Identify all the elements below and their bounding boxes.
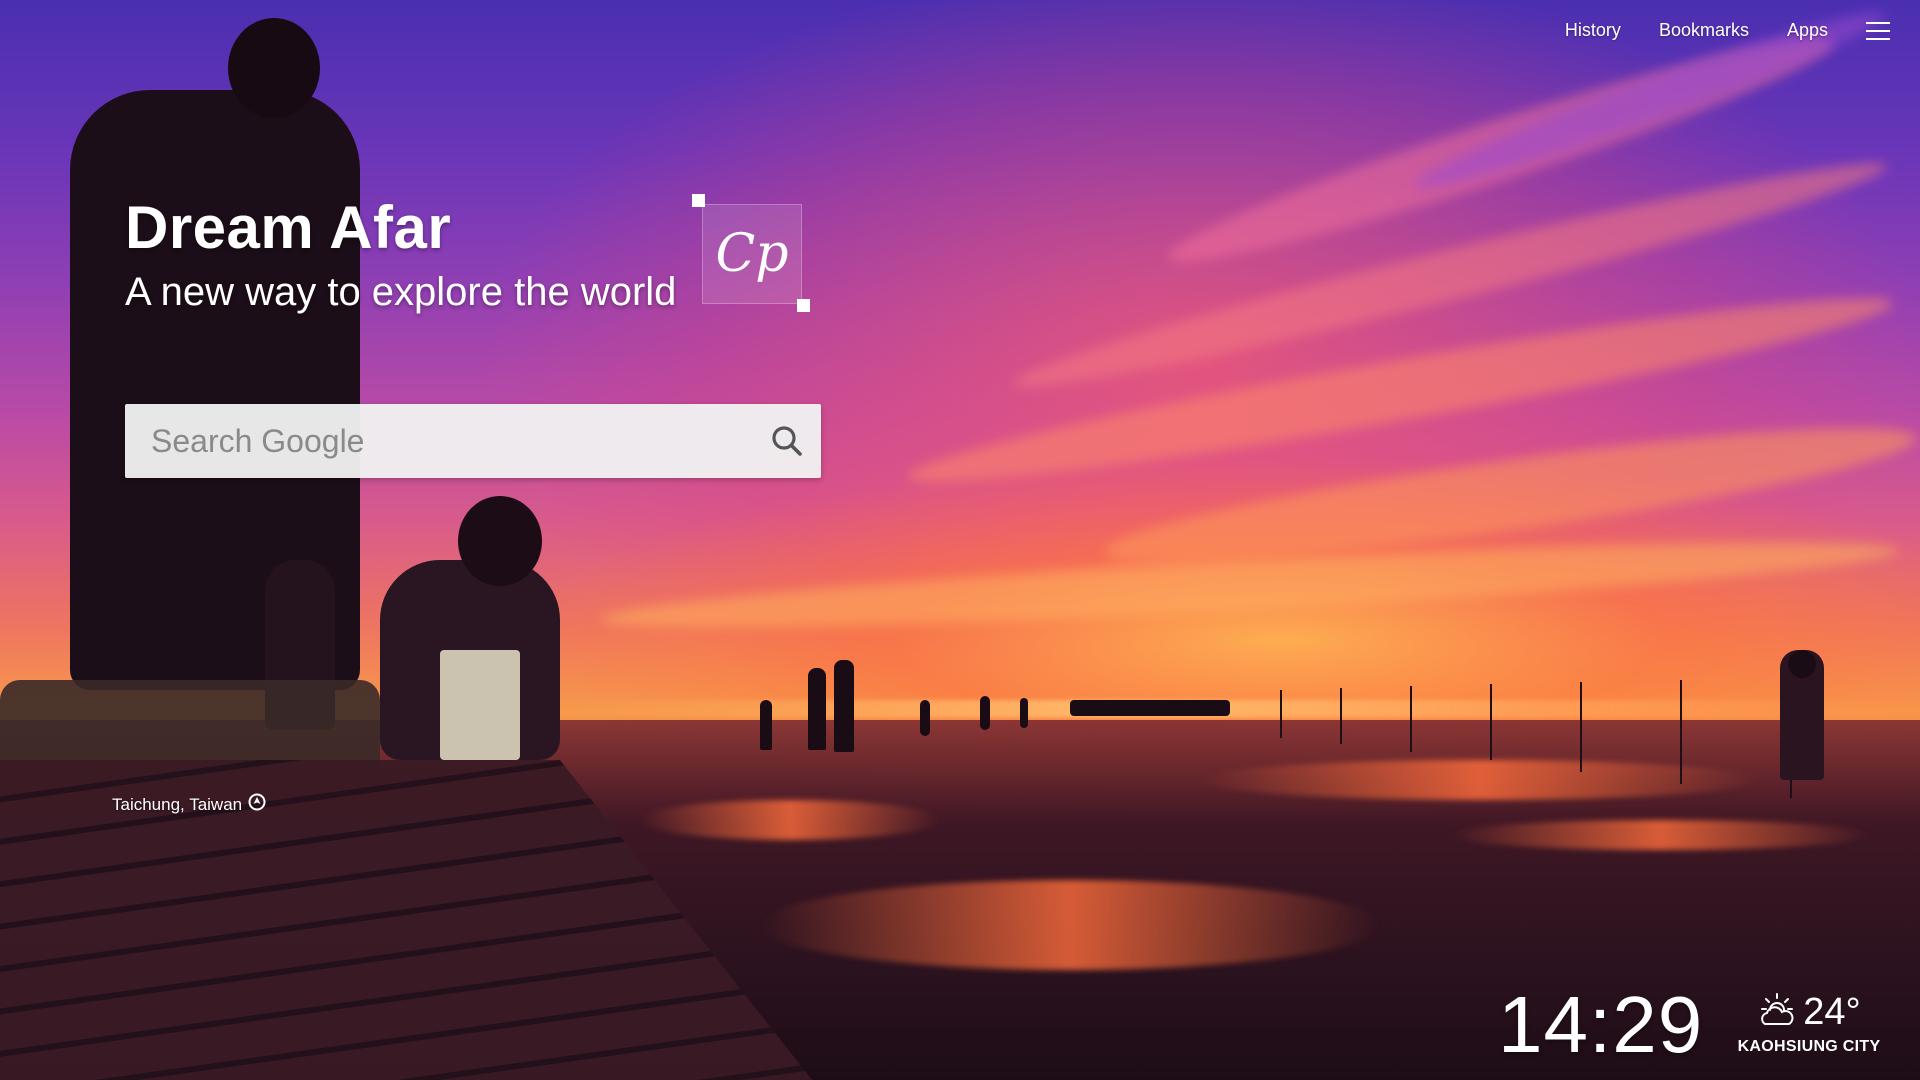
water-reflection	[1200, 760, 1760, 800]
person-silhouette	[1788, 650, 1816, 678]
water-reflection	[760, 880, 1380, 970]
photo-credit-logo[interactable]: Cp	[692, 194, 810, 312]
fence-pole	[1280, 690, 1282, 738]
weather-city: KAOHSIUNG CITY	[1737, 1038, 1881, 1055]
water-reflection	[640, 800, 940, 840]
location-arrow-icon[interactable]	[248, 793, 266, 816]
fence-pole	[1490, 684, 1492, 760]
location-label: Taichung, Taiwan	[112, 794, 243, 814]
clock: 14:29	[1498, 980, 1704, 1069]
logo-text: Cp	[715, 224, 789, 284]
apps-link[interactable]: Apps	[1787, 20, 1828, 41]
person-silhouette	[760, 700, 772, 750]
person-silhouette	[980, 696, 990, 730]
person-silhouette	[834, 660, 854, 752]
fence-pole	[1410, 686, 1412, 752]
search-icon[interactable]	[769, 423, 805, 459]
person-silhouette	[228, 18, 320, 118]
history-link[interactable]: History	[1565, 20, 1621, 41]
hamburger-menu-icon[interactable]	[1866, 21, 1890, 40]
search-box	[125, 404, 821, 478]
person-silhouette	[458, 496, 542, 586]
partly-cloudy-icon	[1757, 992, 1797, 1033]
bookmarks-link[interactable]: Bookmarks	[1659, 20, 1749, 41]
temperature: 24°	[1803, 991, 1861, 1033]
top-nav: History Bookmarks Apps	[1565, 20, 1890, 41]
person-silhouette	[1020, 698, 1028, 728]
new-tab-page: History Bookmarks Apps Dream Afar A new …	[0, 0, 1920, 1080]
brand-subtitle: A new way to explore the world	[125, 270, 677, 314]
photo-location[interactable]: Taichung, Taiwan	[112, 793, 266, 816]
fence-pole	[1580, 682, 1582, 772]
weather-widget[interactable]: 24° KAOHSIUNG CITY	[1734, 990, 1884, 1056]
fence-pole	[1340, 688, 1342, 744]
drink-carton	[440, 650, 520, 760]
fence-pole	[1680, 680, 1682, 784]
logo-mark: Cp	[702, 204, 802, 304]
person-silhouette	[808, 668, 826, 750]
crowd-silhouette	[1070, 700, 1230, 716]
water-reflection	[1450, 820, 1870, 850]
brand-title: Dream Afar	[125, 194, 452, 261]
search-input[interactable]	[125, 404, 725, 478]
person-silhouette	[920, 700, 930, 736]
